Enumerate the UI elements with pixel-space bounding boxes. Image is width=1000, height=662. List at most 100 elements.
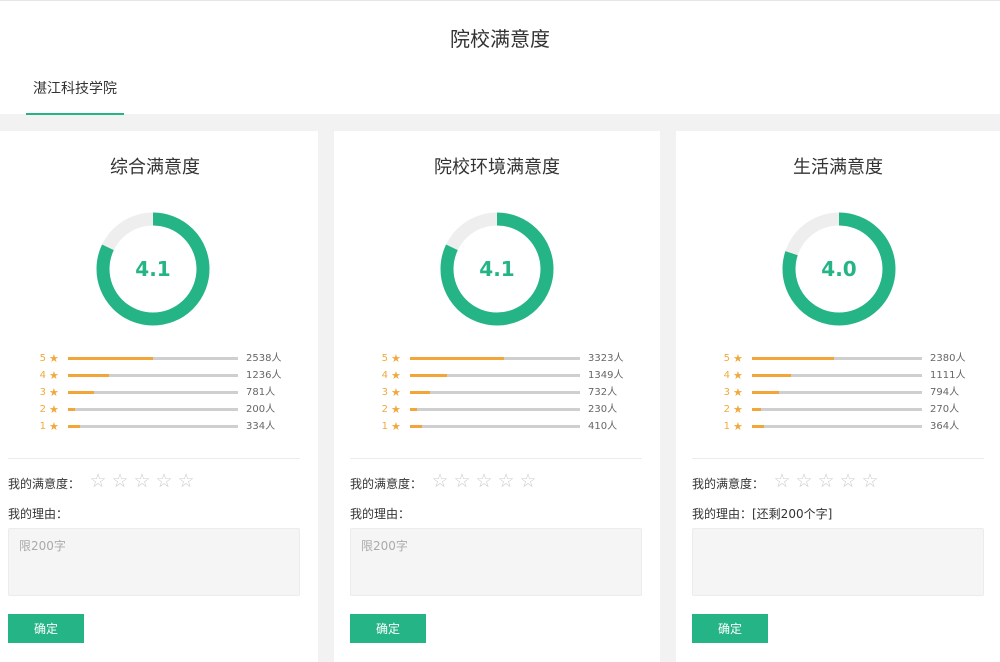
rating-count: 270人 bbox=[930, 404, 960, 415]
star-icon: ★ bbox=[49, 386, 59, 399]
rating-level: 3 bbox=[723, 387, 730, 398]
star-icon: ★ bbox=[391, 386, 401, 399]
rating-bar-fill bbox=[68, 357, 153, 360]
my-rating-label: 我的满意度： bbox=[692, 477, 765, 491]
rating-star-2-icon[interactable]: ☆ bbox=[793, 469, 815, 493]
rating-bar-track bbox=[410, 357, 580, 360]
star-icon: ★ bbox=[391, 352, 401, 365]
rating-count: 1111人 bbox=[930, 370, 966, 381]
rating-star-3-icon[interactable]: ☆ bbox=[131, 469, 153, 493]
rating-count: 3323人 bbox=[588, 353, 624, 364]
reason-input[interactable] bbox=[8, 528, 300, 596]
star-icon: ★ bbox=[733, 420, 743, 433]
my-rating-stars[interactable]: ☆ ☆ ☆ ☆ ☆ bbox=[771, 469, 881, 493]
reason-input[interactable] bbox=[350, 528, 642, 596]
page-title: 院校满意度 bbox=[450, 27, 550, 51]
reason-input[interactable] bbox=[692, 528, 984, 596]
confirm-button[interactable]: 确定 bbox=[350, 614, 426, 643]
rating-count: 230人 bbox=[588, 404, 618, 415]
rating-row-3: 3 ★ 781人 bbox=[34, 384, 294, 401]
rating-level: 5 bbox=[723, 353, 730, 364]
rating-star-3-icon[interactable]: ☆ bbox=[815, 469, 837, 493]
rating-bar-track bbox=[752, 391, 922, 394]
card-title: 生活满意度 bbox=[793, 157, 883, 178]
rating-row-5: 5 ★ 2538人 bbox=[34, 350, 294, 367]
rating-level: 4 bbox=[39, 370, 46, 381]
rating-star-5-icon[interactable]: ☆ bbox=[517, 469, 539, 493]
star-icon: ★ bbox=[49, 352, 59, 365]
rating-star-4-icon[interactable]: ☆ bbox=[153, 469, 175, 493]
rating-star-5-icon[interactable]: ☆ bbox=[859, 469, 881, 493]
tab-zhanjiang-university[interactable]: 湛江科技学院 bbox=[26, 77, 124, 115]
reason-label: 我的理由： bbox=[8, 507, 69, 521]
rating-count: 410人 bbox=[588, 421, 618, 432]
rating-row-1: 1 ★ 334人 bbox=[34, 418, 294, 435]
rating-bar-track bbox=[68, 357, 238, 360]
rating-star-5-icon[interactable]: ☆ bbox=[175, 469, 197, 493]
rating-count: 334人 bbox=[246, 421, 276, 432]
rating-bar-fill bbox=[68, 425, 80, 428]
rating-star-4-icon[interactable]: ☆ bbox=[495, 469, 517, 493]
rating-star-2-icon[interactable]: ☆ bbox=[109, 469, 131, 493]
rating-bar-track bbox=[68, 374, 238, 377]
rating-bar-track bbox=[410, 374, 580, 377]
rating-bar-fill bbox=[410, 391, 431, 394]
rating-level: 2 bbox=[381, 404, 388, 415]
confirm-button[interactable]: 确定 bbox=[8, 614, 84, 643]
rating-row-5: 5 ★ 2380人 bbox=[718, 350, 978, 367]
my-rating-stars[interactable]: ☆ ☆ ☆ ☆ ☆ bbox=[429, 469, 539, 493]
rating-level: 5 bbox=[39, 353, 46, 364]
rating-row-2: 2 ★ 270人 bbox=[718, 401, 978, 418]
rating-bar-track bbox=[68, 391, 238, 394]
rating-row-5: 5 ★ 3323人 bbox=[376, 350, 636, 367]
rating-bar-fill bbox=[410, 408, 417, 411]
rating-star-1-icon[interactable]: ☆ bbox=[771, 469, 793, 493]
rating-row-4: 4 ★ 1349人 bbox=[376, 367, 636, 384]
rating-count: 2538人 bbox=[246, 353, 282, 364]
rating-bar-fill bbox=[752, 425, 764, 428]
rating-level: 1 bbox=[723, 421, 730, 432]
rating-bar-track bbox=[752, 408, 922, 411]
rating-star-3-icon[interactable]: ☆ bbox=[473, 469, 495, 493]
divider bbox=[692, 458, 984, 459]
rating-level: 2 bbox=[39, 404, 46, 415]
rating-bar-fill bbox=[68, 408, 75, 411]
rating-star-1-icon[interactable]: ☆ bbox=[429, 469, 451, 493]
rating-count: 781人 bbox=[246, 387, 276, 398]
rating-bar-fill bbox=[752, 391, 780, 394]
rating-bar-fill bbox=[752, 408, 761, 411]
star-icon: ★ bbox=[49, 369, 59, 382]
card-title: 院校环境满意度 bbox=[434, 157, 560, 178]
rating-count: 1236人 bbox=[246, 370, 282, 381]
rating-row-1: 1 ★ 410人 bbox=[376, 418, 636, 435]
rating-row-1: 1 ★ 364人 bbox=[718, 418, 978, 435]
rating-star-2-icon[interactable]: ☆ bbox=[451, 469, 473, 493]
rating-bar-track bbox=[410, 425, 580, 428]
rating-row-3: 3 ★ 794人 bbox=[718, 384, 978, 401]
star-icon: ★ bbox=[733, 369, 743, 382]
divider bbox=[350, 458, 642, 459]
satisfaction-card-overall: 综合满意度 4.1 5 ★ 2538人 4 ★ 1236人 3 ★ 781人 2… bbox=[0, 131, 318, 662]
score-value: 4.0 bbox=[821, 257, 857, 281]
rating-count: 200人 bbox=[246, 404, 276, 415]
my-rating-stars[interactable]: ☆ ☆ ☆ ☆ ☆ bbox=[87, 469, 197, 493]
score-value: 4.1 bbox=[135, 257, 171, 281]
rating-bar-fill bbox=[410, 357, 504, 360]
rating-bar-fill bbox=[68, 391, 94, 394]
rating-star-4-icon[interactable]: ☆ bbox=[837, 469, 859, 493]
rating-bar-fill bbox=[752, 374, 792, 377]
reason-label: 我的理由：[还剩200个字] bbox=[692, 507, 833, 521]
confirm-button[interactable]: 确定 bbox=[692, 614, 768, 643]
rating-row-2: 2 ★ 200人 bbox=[34, 401, 294, 418]
rating-level: 2 bbox=[723, 404, 730, 415]
rating-row-2: 2 ★ 230人 bbox=[376, 401, 636, 418]
rating-level: 4 bbox=[381, 370, 388, 381]
rating-bar-fill bbox=[410, 425, 422, 428]
reason-label: 我的理由： bbox=[350, 507, 411, 521]
rating-row-4: 4 ★ 1236人 bbox=[34, 367, 294, 384]
rating-star-1-icon[interactable]: ☆ bbox=[87, 469, 109, 493]
star-icon: ★ bbox=[733, 352, 743, 365]
page-header: 院校满意度 湛江科技学院 bbox=[0, 0, 1000, 115]
my-rating-label: 我的满意度： bbox=[350, 477, 423, 491]
rating-bar-fill bbox=[752, 357, 834, 360]
